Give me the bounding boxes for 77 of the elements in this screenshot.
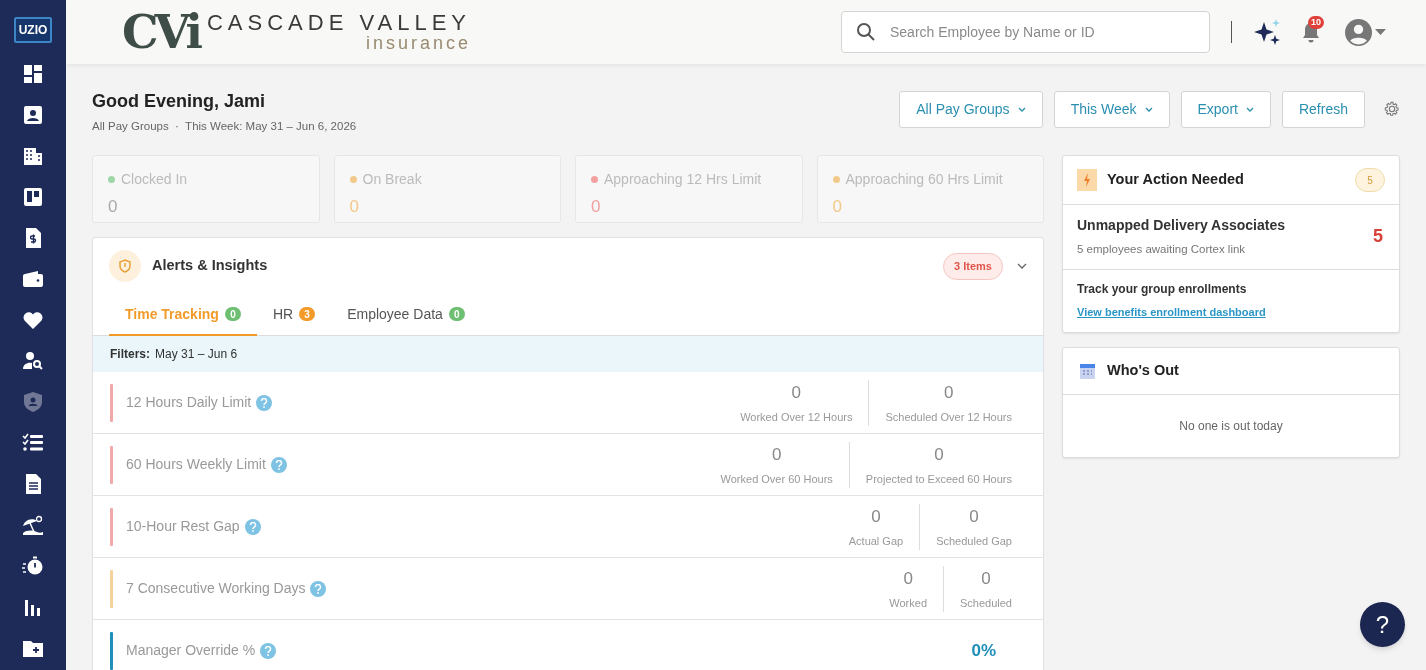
rule-title: 12 Hours Daily Limit	[126, 393, 252, 413]
metric-value: 0	[981, 567, 991, 590]
sparkle-icon[interactable]	[1254, 18, 1282, 46]
item-detail: 5 employees awaiting Cortex link	[1077, 242, 1247, 258]
filter-label: Filters:	[110, 346, 150, 364]
tab[interactable]: HR 3	[256, 294, 332, 337]
metric-value: 0	[791, 381, 801, 404]
avatar-icon[interactable]	[1345, 18, 1372, 46]
stat-value: 0	[832, 198, 843, 216]
user-search-icon[interactable]	[22, 349, 44, 372]
stat-label: Approaching 12 Hrs Limit	[604, 170, 762, 190]
lightning-icon	[1077, 169, 1097, 192]
stat-value: 0	[591, 198, 602, 216]
stat-label: On Break	[362, 170, 422, 190]
items-badge: 3 Items	[943, 253, 1003, 280]
metric-value: 0	[771, 443, 782, 466]
stopwatch-icon[interactable]	[22, 554, 44, 577]
rule-title: Manager Override %	[126, 641, 256, 661]
rule-title: 60 Hours Weekly Limit	[126, 455, 266, 475]
logo-mark: CVi	[122, 9, 199, 55]
item-count: 5	[1373, 225, 1383, 249]
metric-value: 0	[903, 567, 913, 590]
checklist-icon[interactable]	[22, 431, 44, 454]
stat-value: 0	[349, 198, 360, 216]
metric-value: 0	[934, 443, 944, 466]
item-title: Track your group enrollments	[1077, 280, 1248, 298]
caret-icon[interactable]	[1375, 29, 1386, 35]
stat-label: Clocked In	[121, 170, 188, 190]
dropdown-button[interactable]: All Pay Groups	[899, 91, 1043, 128]
filter-value: May 31 – Jun 6	[155, 346, 238, 364]
metric-value: 0%	[971, 640, 996, 662]
dropdown-button[interactable]: Export	[1180, 91, 1271, 128]
alerts-title: Alerts & Insights	[152, 256, 268, 276]
dashboard-link[interactable]: View benefits enrollment dashboard	[1077, 303, 1385, 320]
greeting-subtitle: All Pay Groups · This Week: May 31 – Jun 6, 2026	[92, 119, 357, 134]
item-title: Unmapped Delivery Associates	[1077, 216, 1286, 236]
help-button[interactable]: ?	[1360, 602, 1405, 647]
product-logo[interactable]: UZIO	[14, 17, 52, 43]
metric-value: 0	[943, 381, 954, 404]
greeting-title: Good Evening, Jami	[92, 90, 267, 112]
dropdown-button[interactable]: This Week	[1053, 91, 1170, 128]
metric-label: Scheduled Gap	[936, 534, 1012, 550]
shield-icon	[119, 259, 131, 274]
metric-label: Scheduled Over 12 Hours	[885, 410, 1012, 426]
empty-message: No one is out today	[1178, 418, 1284, 435]
settings-icon[interactable]	[1384, 101, 1400, 117]
count-badge: 3	[299, 307, 316, 322]
action-needed-title: Your Action Needed	[1107, 170, 1244, 190]
rule-title: 7 Consecutive Working Days	[126, 579, 306, 599]
logo-name: CASCADE VALLEY	[206, 12, 471, 34]
beach-icon[interactable]	[22, 513, 44, 536]
notification-badge: 10	[1308, 16, 1324, 29]
dashboard-icon[interactable]	[22, 62, 44, 85]
stat-value: 0	[108, 198, 119, 216]
tab[interactable]: Employee Data 0	[331, 294, 481, 337]
rule-title: 10-Hour Rest Gap	[126, 517, 240, 537]
metric-label: Scheduled	[960, 596, 1012, 612]
metric-label: Worked Over 12 Hours	[740, 410, 853, 426]
metric-label: Actual Gap	[848, 534, 904, 550]
metric-label: Projected to Exceed 60 Hours	[865, 472, 1012, 488]
id-card-icon[interactable]	[22, 103, 44, 126]
count-badge: 0	[224, 307, 241, 322]
count-badge: 5	[1355, 168, 1385, 193]
count-badge: 0	[448, 307, 465, 322]
metric-label: Worked Over 60 Hours	[720, 472, 833, 488]
board-icon[interactable]	[22, 185, 44, 208]
stat-label: Approaching 60 Hrs Limit	[845, 170, 1003, 190]
logo-tagline: insurance	[365, 34, 471, 52]
search-field[interactable]: Search Employee by Name or ID	[841, 11, 1210, 53]
metric-label: Worked	[889, 596, 927, 612]
refresh-button[interactable]: Refresh	[1281, 91, 1365, 128]
chevron-icon[interactable]	[1017, 263, 1027, 270]
metric-value: 0	[871, 505, 881, 528]
calendar-icon	[1080, 363, 1095, 379]
whos-out-title: Who's Out	[1107, 361, 1179, 381]
metric-value: 0	[969, 505, 979, 528]
search-icon	[856, 22, 876, 42]
